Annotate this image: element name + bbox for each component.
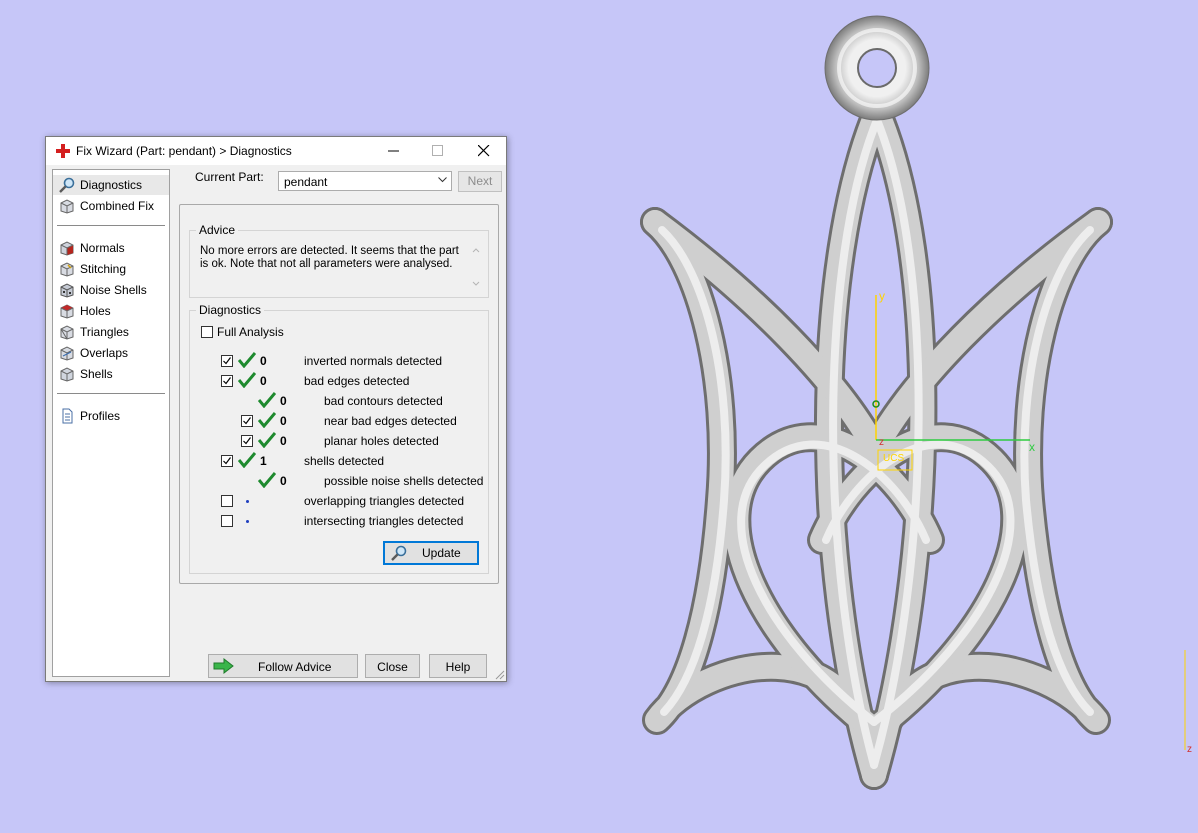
green-check-icon	[258, 432, 276, 448]
green-check-icon	[238, 352, 256, 368]
current-part-label: Current Part:	[195, 170, 264, 184]
chevron-down-icon	[438, 177, 447, 183]
overlapping-triangles-checkbox[interactable]	[221, 495, 233, 507]
z-axis-label: z	[879, 437, 884, 448]
advice-scrollbar[interactable]	[470, 245, 482, 289]
y-axis-label: y	[879, 289, 885, 303]
advice-text: No more errors are detected. It seems th…	[200, 245, 459, 270]
diagnostics-panel: Advice No more errors are detected. It s…	[179, 204, 499, 584]
close-button[interactable]: Close	[365, 654, 420, 678]
nav-item-profiles[interactable]: Profiles	[53, 406, 169, 426]
green-check-icon	[258, 392, 276, 408]
cube-icon	[60, 199, 74, 214]
intersecting-triangles-checkbox[interactable]	[221, 515, 233, 527]
close-window-button[interactable]	[462, 137, 506, 165]
magnifier-icon	[59, 177, 75, 193]
maximize-button[interactable]	[416, 137, 460, 165]
resize-grip-icon[interactable]	[495, 670, 505, 680]
maximize-icon	[432, 145, 443, 156]
x-axis-label: x	[1029, 440, 1035, 454]
bad-edges-checkbox[interactable]	[221, 375, 233, 387]
nav-divider	[57, 393, 165, 394]
nav-item-normals[interactable]: Normals	[53, 238, 169, 258]
noise-shells-icon	[60, 283, 74, 298]
minimize-icon	[388, 150, 399, 152]
close-icon	[478, 145, 490, 157]
advice-title: Advice	[196, 223, 239, 237]
planar-holes-count: 0	[280, 434, 287, 448]
overlapping-triangles-label: overlapping triangles detected	[304, 494, 465, 508]
ucs-label: UCS	[883, 453, 905, 464]
bad-contours-count: 0	[280, 394, 287, 408]
bad-edges-label: bad edges detected	[304, 374, 410, 388]
intersecting-triangles-label: intersecting triangles detected	[304, 514, 464, 528]
shells-checkbox[interactable]	[221, 455, 233, 467]
noise-shells-count: 0	[280, 474, 287, 488]
title-bar[interactable]: Fix Wizard (Part: pendant) > Diagnostics	[46, 137, 506, 165]
shells-count: 1	[260, 454, 267, 468]
nav-item-overlaps[interactable]: Overlaps	[53, 343, 169, 363]
not-analysed-dot	[246, 520, 249, 523]
nav-divider	[57, 225, 165, 226]
near-bad-edges-count: 0	[280, 414, 287, 428]
magnifier-icon	[391, 545, 407, 561]
inverted-normals-checkbox[interactable]	[221, 355, 233, 367]
noise-shells-label: possible noise shells detected	[324, 474, 484, 488]
diagnostics-group: Diagnostics Full Analysis 0 inverted nor…	[189, 303, 489, 574]
shells-label: shells detected	[304, 454, 385, 468]
overlaps-icon	[60, 346, 74, 361]
green-check-icon	[238, 452, 256, 468]
diagnostics-title: Diagnostics	[196, 303, 265, 317]
triangles-cube-icon	[60, 325, 74, 340]
planar-holes-checkbox[interactable]	[241, 435, 253, 447]
full-analysis-checkbox[interactable]	[201, 326, 213, 338]
fix-wizard-dialog: Fix Wizard (Part: pendant) > Diagnostics…	[45, 136, 507, 682]
bad-edges-count: 0	[260, 374, 267, 388]
nav-item-diagnostics[interactable]: Diagnostics	[53, 175, 169, 195]
green-check-icon	[258, 412, 276, 428]
full-analysis-label: Full Analysis	[217, 325, 284, 339]
green-arrow-icon	[213, 658, 234, 674]
planar-holes-label: planar holes detected	[324, 434, 439, 448]
holes-cube-icon	[60, 304, 74, 319]
nav-item-shells[interactable]: Shells	[53, 364, 169, 384]
window-title: Fix Wizard (Part: pendant) > Diagnostics	[76, 144, 292, 158]
current-part-select[interactable]: pendant	[278, 171, 452, 191]
shells-icon	[60, 367, 74, 382]
help-button[interactable]: Help	[429, 654, 487, 678]
update-button[interactable]: Update	[383, 541, 479, 565]
nav-item-holes[interactable]: Holes	[53, 301, 169, 321]
corner-z-axis-label: z	[1187, 744, 1192, 755]
near-bad-edges-label: near bad edges detected	[324, 414, 457, 428]
nav-item-stitching[interactable]: Stitching	[53, 259, 169, 279]
near-bad-edges-checkbox[interactable]	[241, 415, 253, 427]
follow-advice-button[interactable]: Follow Advice	[208, 654, 358, 678]
minimize-button[interactable]	[372, 137, 416, 165]
next-button[interactable]: Next	[458, 171, 502, 192]
wizard-nav: Diagnostics Combined Fix Normals Stitchi…	[52, 169, 170, 677]
bad-contours-label: bad contours detected	[324, 394, 443, 408]
nav-item-triangles[interactable]: Triangles	[53, 322, 169, 342]
not-analysed-dot	[246, 500, 249, 503]
stitching-cube-icon	[60, 262, 74, 277]
green-check-icon	[258, 472, 276, 488]
red-cross-app-icon	[56, 144, 70, 158]
document-icon	[62, 408, 73, 424]
advice-group: Advice No more errors are detected. It s…	[189, 223, 489, 298]
inverted-normals-count: 0	[260, 354, 267, 368]
green-check-icon	[238, 372, 256, 388]
nav-item-combined-fix[interactable]: Combined Fix	[53, 196, 169, 216]
nav-item-noise-shells[interactable]: Noise Shells	[53, 280, 169, 300]
normals-cube-icon	[60, 241, 74, 256]
inverted-normals-label: inverted normals detected	[304, 354, 443, 368]
